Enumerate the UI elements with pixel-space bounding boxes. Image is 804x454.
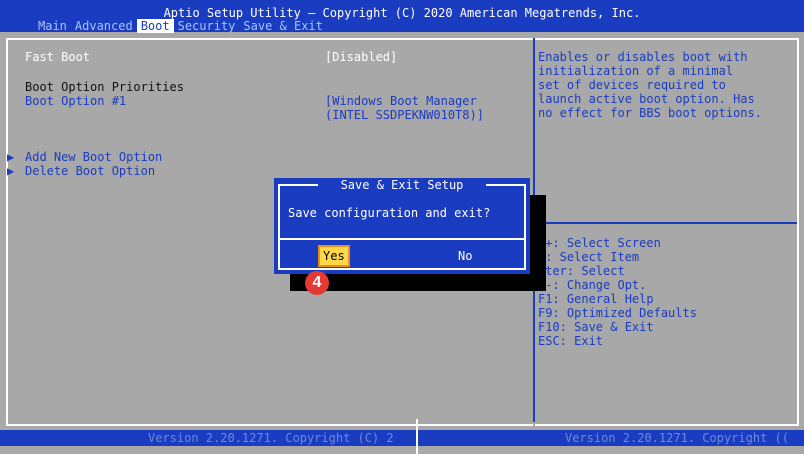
help-line: Enables or disables boot with [538,50,748,64]
help-divider [535,222,797,224]
boot-option-1-value-line2: (INTEL SSDPEKNW010T8)] [325,108,484,122]
tab-main[interactable]: Main [34,19,71,33]
yes-button[interactable]: Yes [318,245,350,267]
key-help-line: F10: Save & Exit [538,320,654,334]
tab-boot[interactable]: Boot [136,19,174,33]
step-badge: 4 [305,271,329,295]
submenu-arrow-icon: ▶ [7,164,15,178]
tab-save-exit[interactable]: Save & Exit [239,19,326,33]
key-help-line: ESC: Exit [538,334,604,348]
boot-option-1-label[interactable]: Boot Option #1 [25,94,126,108]
footer-bar: Version 2.20.1271. Copyright (C) 2 Versi… [0,430,804,446]
help-line: initialization of a minimal [538,64,734,78]
divider-tick [416,419,418,454]
header-bar: Aptio Setup Utility – Copyright (C) 2020… [0,0,804,33]
save-exit-dialog: Save & Exit Setup Save configuration and… [274,178,530,274]
key-help-line: F9: Optimized Defaults [538,306,697,320]
key-help-line: /-: Change Opt. [538,278,647,292]
dialog-border [278,184,526,270]
key-help-line: F1: General Help [538,292,654,306]
help-line: set of devices required to [538,78,726,92]
help-line: launch active boot option. Has [538,92,755,106]
tab-security[interactable]: Security [174,19,240,33]
tab-bar: Main Advanced Boot Security Save & Exit [34,19,327,33]
dialog-message: Save configuration and exit? [288,206,491,220]
page-title: Aptio Setup Utility – Copyright (C) 2020… [163,6,641,20]
boot-priorities-heading: Boot Option Priorities [25,80,184,94]
help-line: no effect for BBS boot options. [538,106,762,120]
footer-version-left: Version 2.20.1271. Copyright (C) 2 [148,431,394,445]
boot-option-1-value[interactable]: [Windows Boot Manager [325,94,477,108]
key-help-line: ++: Select Screen [538,236,661,250]
dialog-separator [278,238,526,240]
footer-version-right: Version 2.20.1271. Copyright (( [565,431,789,445]
delete-boot-option[interactable]: Delete Boot Option [25,164,155,178]
fast-boot-value[interactable]: [Disabled] [325,50,397,64]
key-help-line: nter: Select [538,264,625,278]
tab-advanced[interactable]: Advanced [71,19,137,33]
no-button[interactable]: No [458,249,472,263]
bios-screen: Aptio Setup Utility – Copyright (C) 2020… [0,0,804,454]
fast-boot-label[interactable]: Fast Boot [25,50,90,64]
submenu-arrow-icon: ▶ [7,150,15,164]
add-new-boot-option[interactable]: Add New Boot Option [25,150,162,164]
dialog-title: Save & Exit Setup [318,178,486,192]
key-help-line: ↓: Select Item [538,250,640,264]
